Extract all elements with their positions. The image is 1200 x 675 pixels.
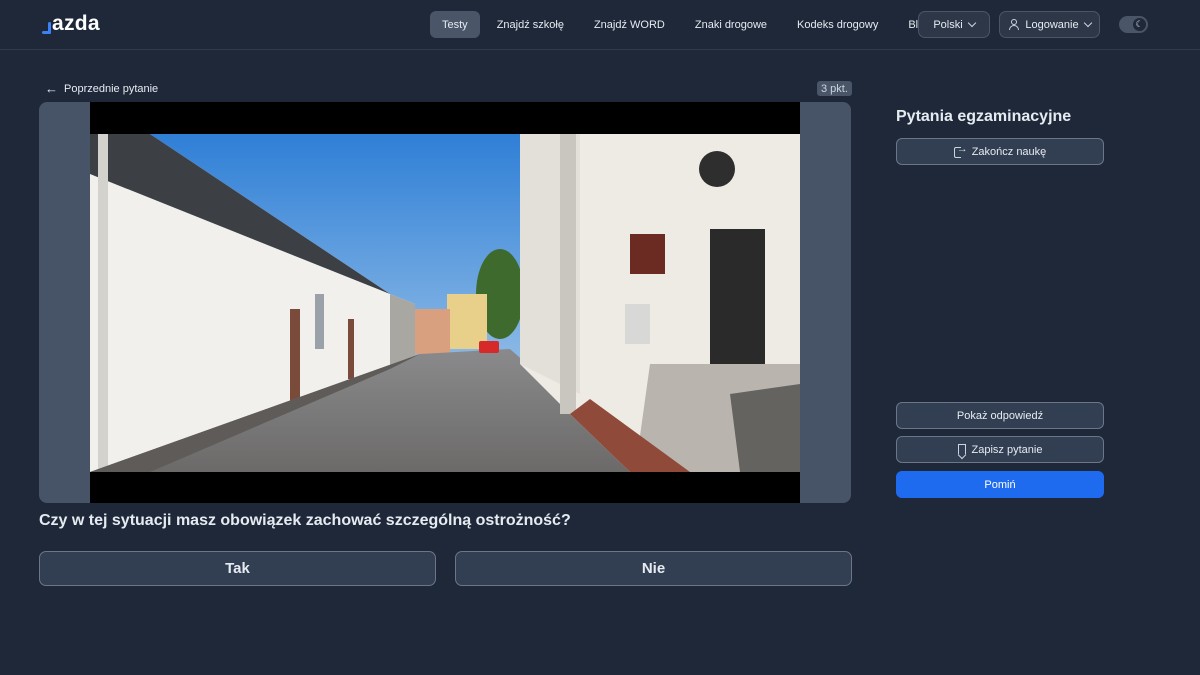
show-answer-label: Pokaż odpowiedź [956,409,1044,422]
exit-icon [953,143,968,158]
language-label: Polski [933,18,963,31]
theme-toggle[interactable]: ☾ [1119,16,1148,33]
login-label: Logowanie [1025,18,1079,31]
logo[interactable]: azda [42,12,100,36]
login-button[interactable]: Logowanie [999,11,1100,38]
user-icon [1008,19,1020,30]
points-badge: 3 pkt. [817,81,852,96]
show-answer-button[interactable]: Pokaż odpowiedź [896,402,1104,429]
panel-title: Pytania egzaminacyjne [896,108,1072,125]
nav-item-testy[interactable]: Testy [430,11,480,38]
logo-mark-icon [42,18,51,36]
save-question-button[interactable]: Zapisz pytanie [896,436,1104,463]
previous-question-label: Poprzednie pytanie [64,82,159,95]
nav-item-traffic-code[interactable]: Kodeks drogowy [784,11,891,38]
question-media [39,102,851,503]
logo-text: azda [52,12,100,35]
question-video[interactable] [90,102,800,503]
previous-question-link[interactable]: ← Poprzednie pytanie [45,81,158,96]
nav-item-find-school[interactable]: Znajdź szkołę [484,11,577,38]
answer-yes-button[interactable]: Tak [39,551,436,586]
finish-learning-button[interactable]: Zakończ naukę [896,138,1104,165]
language-select[interactable]: Polski [918,11,990,38]
street-scene-image [90,134,800,472]
save-question-label: Zapisz pytanie [971,443,1043,456]
chevron-down-icon [967,18,976,28]
answer-no-button[interactable]: Nie [455,551,852,586]
nav-item-road-signs[interactable]: Znaki drogowe [682,11,780,38]
bookmark-icon [957,444,966,455]
skip-button[interactable]: Pomiń [896,471,1104,498]
moon-icon: ☾ [1133,18,1146,31]
question-text: Czy w tej sytuacji masz obowiązek zachow… [39,512,571,529]
skip-label: Pomiń [984,478,1016,491]
nav-item-find-word[interactable]: Znajdź WORD [581,11,678,38]
top-navbar: azda Testy Znajdź szkołę Znajdź WORD Zna… [0,0,1200,50]
main-nav: Testy Znajdź szkołę Znajdź WORD Znaki dr… [430,11,947,38]
arrow-left-icon: ← [45,81,58,96]
chevron-down-icon [1083,18,1092,28]
finish-learning-label: Zakończ naukę [971,145,1047,158]
